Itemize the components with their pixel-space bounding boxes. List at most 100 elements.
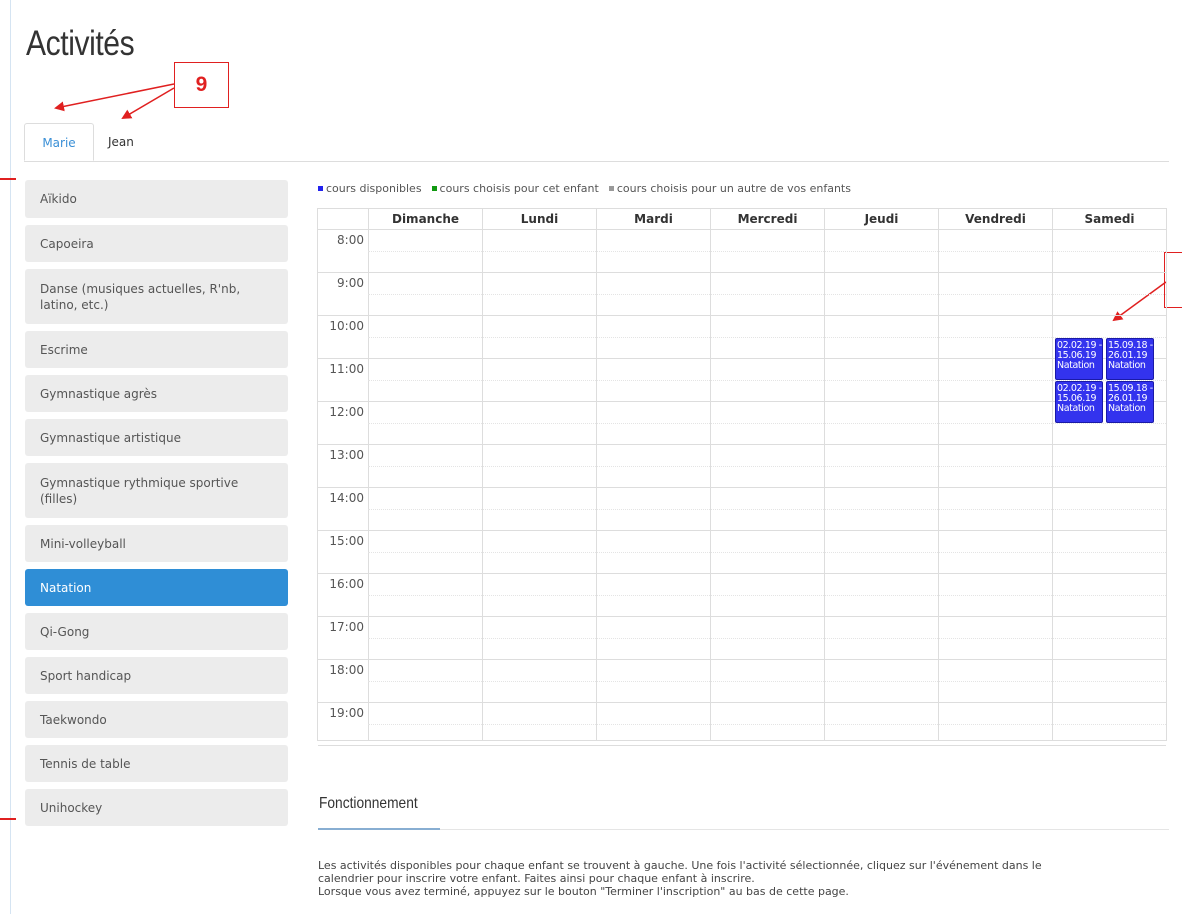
day-column-line: [824, 229, 825, 740]
half-hour-line: [368, 724, 1166, 725]
tab-jean[interactable]: Jean: [94, 123, 148, 161]
event-text: 15.06.19: [1057, 349, 1097, 361]
calendar-header: Dimanche Lundi Mardi Mercredi Jeudi Vend…: [318, 209, 1166, 230]
time-label: 12:00: [329, 405, 364, 419]
arrow-to-marie-tab: [54, 83, 175, 112]
hour-line: [318, 573, 1166, 574]
info-section-title: Fonctionnement: [319, 795, 418, 812]
day-column-line: [710, 229, 711, 740]
day-header-vendredi: Vendredi: [938, 209, 1052, 229]
page-title: Activités: [26, 24, 135, 63]
event-text: Natation: [1108, 359, 1146, 371]
day-column-line: [938, 229, 939, 740]
hour-line: [318, 272, 1166, 273]
hour-line: [318, 358, 1166, 359]
time-label: 16:00: [329, 577, 364, 591]
event-text: 15.09.18 -: [1108, 339, 1153, 351]
day-header-mardi: Mardi: [596, 209, 710, 229]
legend-item-available: cours disponibles: [318, 182, 422, 195]
day-header-mercredi: Mercredi: [710, 209, 824, 229]
time-label: 10:00: [329, 319, 364, 333]
calendar-event-natation[interactable]: 15.09.18 -26.01.19 Natation: [1106, 380, 1154, 423]
sidebar-item-danse[interactable]: Danse (musiques actuelles, R'nb, latino,…: [25, 269, 288, 324]
legend-square-green: [431, 186, 437, 191]
day-column-line: [368, 229, 369, 740]
hour-line: [318, 530, 1166, 531]
event-text: 26.01.19: [1108, 392, 1148, 404]
sidebar-item-escrime[interactable]: Escrime: [25, 331, 288, 368]
time-label: 11:00: [329, 362, 364, 376]
day-header-jeudi: Jeudi: [824, 209, 938, 229]
sidebar-item-aikido[interactable]: Aïkido: [25, 180, 288, 218]
sidebar-item-capoeira[interactable]: Capoeira: [25, 225, 288, 262]
event-text: 15.06.19: [1057, 392, 1097, 404]
calendar-event-natation[interactable]: 02.02.19 -15.06.19 Natation: [1055, 337, 1103, 380]
half-hour-line: [368, 638, 1166, 639]
section-divider-accent: [318, 828, 440, 830]
event-text: 02.02.19 -: [1057, 382, 1102, 394]
time-label: 14:00: [329, 491, 364, 505]
arrow-to-jean-tab: [121, 87, 175, 120]
sidebar-item-sport-handicap[interactable]: Sport handicap: [25, 657, 288, 694]
half-hour-line: [368, 294, 1166, 295]
day-column-line: [596, 229, 597, 740]
hour-line: [318, 315, 1166, 316]
time-label: 15:00: [329, 534, 364, 548]
hour-line: [318, 745, 1166, 746]
legend-label-other-child: cours choisis pour un autre de vos enfan…: [616, 182, 851, 195]
event-text: Natation: [1108, 402, 1146, 414]
half-hour-line: [368, 380, 1166, 381]
hour-line: [318, 616, 1166, 617]
week-calendar: Dimanche Lundi Mardi Mercredi Jeudi Vend…: [317, 208, 1167, 746]
tab-marie[interactable]: Marie: [24, 123, 94, 161]
sidebar-item-taekwondo[interactable]: Taekwondo: [25, 701, 288, 738]
hour-line: [318, 659, 1166, 660]
hour-line: [318, 401, 1166, 402]
child-tabs: Marie Jean: [24, 123, 1169, 162]
event-text: Natation: [1057, 359, 1095, 371]
legend-item-chosen: cours choisis pour cet enfant: [431, 182, 599, 195]
hour-line: [318, 487, 1166, 488]
left-border: [10, 0, 11, 914]
info-paragraph: Les activités disponibles pour chaque en…: [318, 859, 1168, 898]
sidebar-item-natation[interactable]: Natation: [25, 569, 288, 606]
info-line-1: Les activités disponibles pour chaque en…: [318, 859, 1042, 872]
day-column-line: [1052, 229, 1053, 740]
sidebar-item-unihockey[interactable]: Unihockey: [25, 789, 288, 826]
time-label: 19:00: [329, 706, 364, 720]
time-label: 9:00: [337, 276, 364, 290]
hour-line: [318, 702, 1166, 703]
event-text: 02.02.19 -: [1057, 339, 1102, 351]
time-label: 18:00: [329, 663, 364, 677]
legend-label-chosen: cours choisis pour cet enfant: [439, 182, 599, 195]
annotation-tick-top: [0, 178, 16, 180]
day-header-dimanche: Dimanche: [368, 209, 482, 229]
event-text: 15.09.18 -: [1108, 382, 1153, 394]
half-hour-line: [368, 423, 1166, 424]
sidebar-item-mini-volleyball[interactable]: Mini-volleyball: [25, 525, 288, 562]
sidebar-item-gymnastique-rythmique[interactable]: Gymnastique rythmique sportive (filles): [25, 463, 288, 518]
half-hour-line: [368, 552, 1166, 553]
info-line-2: calendrier pour inscrire votre enfant. F…: [318, 872, 755, 885]
info-line-3: Lorsque vous avez terminé, appuyez sur l…: [318, 885, 849, 898]
annotation-callout: 9: [174, 62, 229, 108]
time-label: 8:00: [337, 233, 364, 247]
calendar-event-natation[interactable]: 02.02.19 -15.06.19 Natation: [1055, 380, 1103, 423]
sidebar-item-qi-gong[interactable]: Qi-Gong: [25, 613, 288, 650]
calendar-event-natation[interactable]: 15.09.18 -26.01.19 Natation: [1106, 337, 1154, 380]
half-hour-line: [368, 466, 1166, 467]
half-hour-line: [368, 595, 1166, 596]
sidebar-item-gymnastique-artistique[interactable]: Gymnastique artistique: [25, 419, 288, 456]
sidebar-item-tennis-de-table[interactable]: Tennis de table: [25, 745, 288, 782]
event-text: Natation: [1057, 402, 1095, 414]
section-divider: [318, 829, 1169, 830]
half-hour-line: [368, 681, 1166, 682]
activity-sidebar: Aïkido Capoeira Danse (musiques actuelle…: [25, 180, 288, 833]
sidebar-item-gymnastique-agres[interactable]: Gymnastique agrès: [25, 375, 288, 412]
legend-square-gray: [608, 186, 614, 191]
half-hour-line: [368, 337, 1166, 338]
time-label: 13:00: [329, 448, 364, 462]
legend-label-available: cours disponibles: [326, 182, 422, 195]
day-column-line: [482, 229, 483, 740]
annotation-tick-bottom: [0, 818, 16, 820]
